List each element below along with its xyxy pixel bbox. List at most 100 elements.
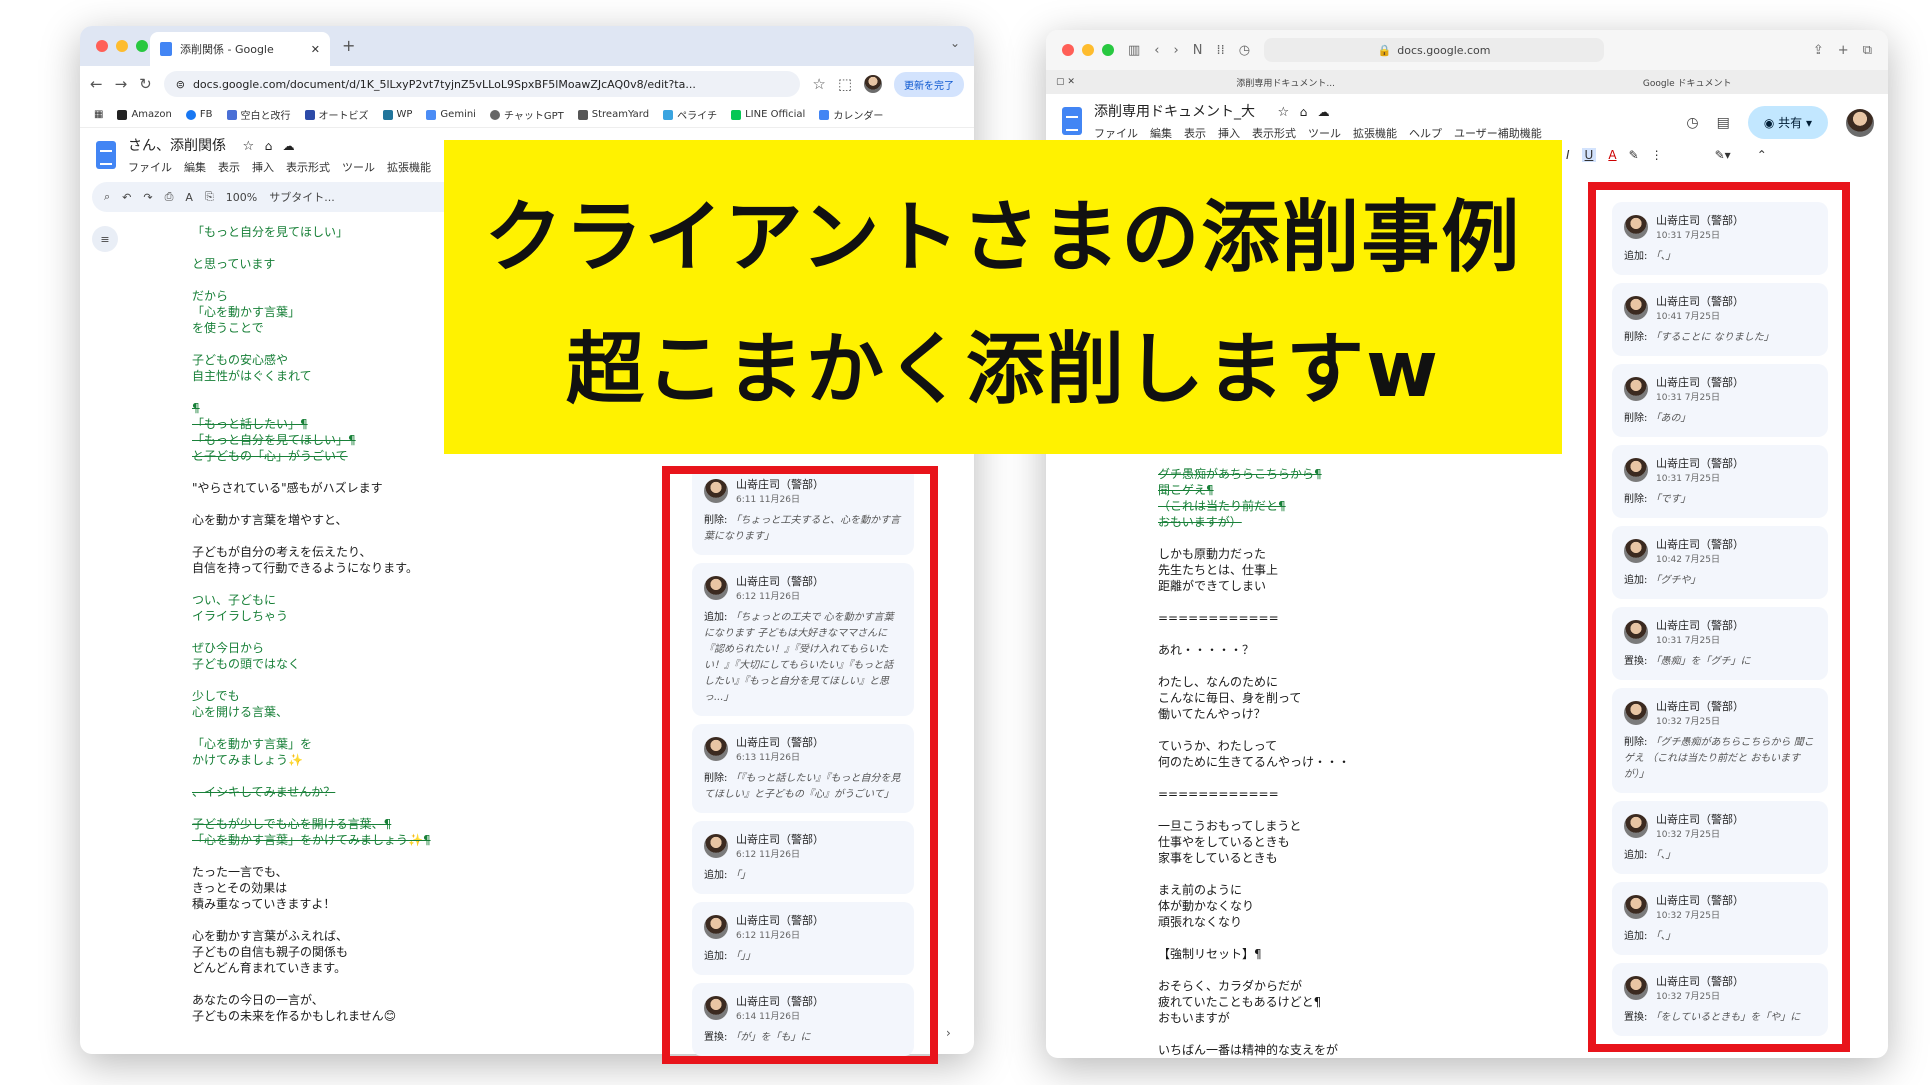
doc-body[interactable]: グチ愚痴があちらこちらから¶ 聞こゲえ¶ （これは当たり前だと¶ おもいますが）… [1158, 466, 1418, 1058]
close-icon[interactable] [1062, 44, 1074, 56]
docs-logo-icon[interactable] [1062, 107, 1082, 135]
menu-view[interactable]: 表示 [218, 159, 240, 175]
spellcheck-icon[interactable]: A [185, 191, 193, 204]
star-icon[interactable]: ☆ [812, 75, 825, 93]
tab-title: 添削関係 - Google [180, 43, 274, 56]
profile-avatar[interactable] [1846, 108, 1874, 137]
comment-icon[interactable]: ▤ [1717, 115, 1730, 131]
update-button[interactable]: 更新を完了 [894, 71, 964, 97]
folder-icon[interactable]: ⌂ [1300, 105, 1308, 119]
paint-format-icon[interactable]: ⎘ [205, 190, 214, 204]
folder-icon[interactable]: ⌂ [265, 139, 273, 153]
highlight-pen-icon[interactable]: ✎ [1629, 148, 1639, 162]
doc-paragraph: おそらく、カラダからだが 疲れていたこともあるけどと¶ おもいますが [1158, 979, 1322, 1025]
history-icon[interactable]: ◷ [1239, 43, 1250, 58]
forward-icon[interactable]: → [115, 75, 128, 93]
zoom-select[interactable]: 100% [226, 191, 257, 204]
more-icon[interactable]: ⋮ [1651, 148, 1663, 162]
bookmark-item[interactable]: LINE Official [731, 109, 805, 120]
menu-edit[interactable]: 編集 [1150, 125, 1172, 141]
menu-insert[interactable]: 挿入 [252, 159, 274, 175]
menu-help[interactable]: ヘルプ [1409, 125, 1442, 141]
menu-file[interactable]: ファイル [1094, 125, 1138, 141]
close-icon[interactable] [96, 40, 108, 52]
pinned-tab-icon[interactable]: ▢ ✕ [1046, 77, 1085, 87]
browser-tab[interactable]: 添削関係 - Google ✕ [150, 32, 330, 66]
underline-icon[interactable]: U [1581, 148, 1597, 162]
print-icon[interactable]: ⎙ [165, 190, 174, 204]
reload-icon[interactable]: ↻ [139, 75, 152, 93]
menu-format[interactable]: 表示形式 [286, 159, 330, 175]
search-icon[interactable]: ⌕ [104, 190, 110, 204]
menu-format[interactable]: 表示形式 [1252, 125, 1296, 141]
doc-paragraph: 子どもが少しでも心を開ける言葉、¶ 「心を動かす言葉」をかけてみましょう✨¶ [192, 817, 431, 847]
doc-paragraph: あなたの今日の一言が、 子どもの未来を作るかもしれません😊 [192, 993, 397, 1023]
title-banner: クライアントさまの添削事例 超こまかく添削しますw [444, 140, 1562, 454]
menu-tools[interactable]: ツール [1308, 125, 1341, 141]
grid-icon[interactable]: ⁞⁞ [1216, 43, 1224, 58]
back-icon[interactable]: ‹ [1154, 43, 1159, 58]
tab-inactive[interactable]: Google ドキュメント [1486, 76, 1888, 89]
url-field[interactable]: ⊜ docs.google.com/document/d/1K_5lLxyP2v… [163, 71, 801, 97]
edit-mode-icon[interactable]: ✎▾ [1715, 148, 1731, 162]
bookmark-item[interactable]: Gemini [426, 109, 476, 120]
bookmark-item[interactable]: オートビズ [304, 107, 369, 122]
doc-title[interactable]: 添削専用ドキュメント_大 ☆ ⌂ ☁ [1094, 101, 1542, 121]
redo-icon[interactable]: ↷ [143, 191, 152, 204]
maximize-icon[interactable] [1102, 44, 1114, 56]
new-tab-icon[interactable]: + [1838, 43, 1849, 58]
italic-icon[interactable]: I [1566, 148, 1570, 162]
menu-extensions[interactable]: 拡張機能 [387, 159, 431, 175]
tabs-overview-icon[interactable]: ⧉ [1863, 43, 1872, 58]
bookmark-item[interactable]: Amazon [117, 109, 172, 120]
extension-icon[interactable]: ⬚ [838, 75, 852, 93]
menu-insert[interactable]: 挿入 [1218, 125, 1240, 141]
menu-accessibility[interactable]: ユーザー補助機能 [1454, 125, 1542, 141]
share-button[interactable]: ◉ 共有 ▾ [1747, 106, 1828, 139]
maximize-icon[interactable] [136, 40, 148, 52]
tab-active[interactable]: 添削専用ドキュメント... [1085, 76, 1487, 89]
tab-bar: 添削関係 - Google ✕ + ⌄ [80, 26, 974, 66]
chevron-down-icon[interactable]: ⌄ [950, 36, 960, 50]
back-icon[interactable]: ← [90, 75, 103, 93]
undo-icon[interactable]: ↶ [122, 191, 131, 204]
menu-view[interactable]: 表示 [1184, 125, 1206, 141]
bookmark-item[interactable]: カレンダー [819, 107, 883, 122]
menu-tools[interactable]: ツール [342, 159, 375, 175]
doc-title[interactable]: さん、添削関係 ☆ ⌂ ☁ [128, 135, 431, 155]
profile-avatar[interactable] [864, 75, 882, 93]
menu-extensions[interactable]: 拡張機能 [1353, 125, 1397, 141]
collapse-icon[interactable]: ⌃ [1757, 148, 1767, 162]
outline-icon[interactable]: ≡ [92, 226, 118, 252]
bookmark-item[interactable]: WP [382, 109, 412, 120]
doc-paragraph: "やらされている"感もがハズレます [192, 481, 383, 495]
star-icon[interactable]: ☆ [242, 139, 254, 154]
chevron-right-icon[interactable]: › [946, 1026, 951, 1040]
style-select[interactable]: サブタイト... [269, 189, 335, 205]
doc-paragraph: たった一言でも、 きっとその効果は 積み重なっていきますよ！ [192, 865, 336, 911]
menu-file[interactable]: ファイル [128, 159, 172, 175]
text-color-icon[interactable]: A [1608, 148, 1616, 162]
minimize-icon[interactable] [1082, 44, 1094, 56]
history-icon[interactable]: ◷ [1686, 115, 1698, 131]
docs-logo-icon[interactable] [96, 141, 116, 169]
bookmark-item[interactable]: StreamYard [577, 109, 649, 120]
menu-edit[interactable]: 編集 [184, 159, 206, 175]
tab-close-icon[interactable]: ✕ [311, 43, 320, 56]
apps-icon[interactable]: ▦ [94, 109, 103, 120]
site-info-icon[interactable]: ⊜ [176, 78, 185, 91]
url-field[interactable]: 🔒 docs.google.com [1264, 38, 1605, 62]
new-tab-icon[interactable]: + [342, 36, 355, 55]
bookmark-item[interactable]: ペライチ [663, 107, 717, 122]
address-bar-row: ← → ↻ ⊜ docs.google.com/document/d/1K_5l… [80, 66, 974, 102]
bookmark-item[interactable]: 空白と改行 [226, 107, 291, 122]
minimize-icon[interactable] [116, 40, 128, 52]
bookmark-item[interactable]: チャットGPT [489, 107, 564, 122]
bookmark-item[interactable]: FB [185, 109, 213, 120]
notion-icon[interactable]: N [1193, 43, 1203, 58]
doc-paragraph: 心を動かす言葉を増やすと、 [192, 513, 348, 527]
forward-icon[interactable]: › [1174, 43, 1179, 58]
star-icon[interactable]: ☆ [1277, 105, 1289, 120]
share-icon[interactable]: ⇪ [1813, 43, 1824, 58]
sidebar-icon[interactable]: ▥ [1128, 43, 1140, 58]
